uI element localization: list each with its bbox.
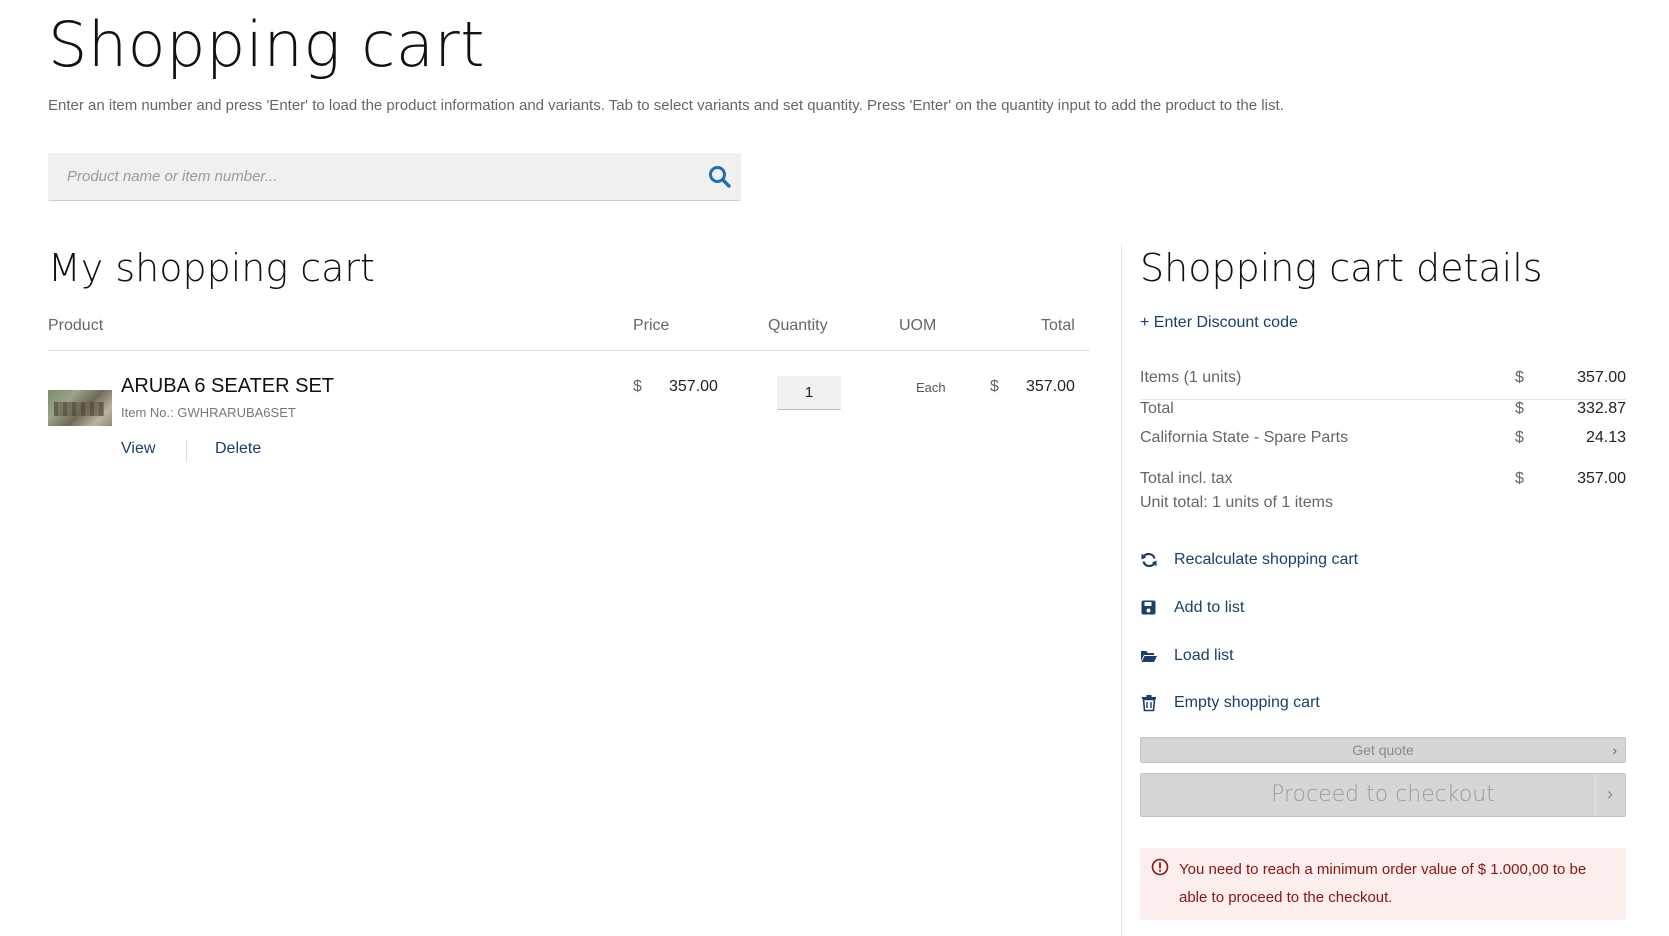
- table-header-divider: [48, 350, 1090, 351]
- product-name[interactable]: ARUBA 6 SEATER SET: [121, 375, 334, 398]
- get-quote-label: Get quote: [1352, 742, 1414, 758]
- empty-cart-button[interactable]: Empty shopping cart: [1140, 691, 1320, 715]
- total-currency: $: [990, 378, 999, 395]
- summary-total-value: 332.87: [1577, 400, 1626, 417]
- product-search: [48, 153, 741, 201]
- unit-total: Unit total: 1 units of 1 items: [1140, 494, 1333, 511]
- checkout-label: Proceed to checkout: [1271, 782, 1495, 807]
- col-uom: UOM: [899, 317, 937, 334]
- empty-cart-label: Empty shopping cart: [1174, 694, 1320, 711]
- recalculate-label: Recalculate shopping cart: [1174, 551, 1359, 568]
- summary-items-value: 357.00: [1577, 369, 1626, 386]
- search-icon[interactable]: [707, 164, 733, 190]
- total-value: 357.00: [1026, 378, 1075, 395]
- col-total: Total: [1041, 317, 1075, 334]
- summary-tax-label: California State - Spare Parts: [1140, 429, 1349, 446]
- uom-value: Each: [916, 380, 946, 395]
- chevron-right-icon: ›: [1595, 774, 1625, 816]
- delete-product-link[interactable]: Delete: [215, 440, 261, 458]
- summary-total-incl-tax-currency: $: [1515, 470, 1524, 487]
- product-item-number: Item No.: GWHRARUBA6SET: [121, 405, 296, 420]
- col-price: Price: [633, 317, 670, 334]
- proceed-to-checkout-button[interactable]: Proceed to checkout ›: [1140, 773, 1626, 817]
- refresh-icon: [1141, 552, 1157, 568]
- col-product: Product: [48, 317, 104, 334]
- summary-items-label: Items (1 units): [1140, 369, 1242, 386]
- add-to-list-label: Add to list: [1174, 599, 1245, 616]
- folder-open-icon: [1141, 651, 1157, 662]
- summary-items-currency: $: [1515, 369, 1524, 386]
- summary-total-incl-tax-value: 357.00: [1577, 470, 1626, 487]
- summary-tax-value: 24.13: [1585, 429, 1626, 446]
- product-thumbnail[interactable]: [48, 390, 112, 426]
- summary-total-currency: $: [1515, 400, 1524, 417]
- summary-total-incl-tax-label: Total incl. tax: [1140, 470, 1233, 487]
- recalculate-cart-button[interactable]: Recalculate shopping cart: [1140, 548, 1358, 572]
- column-divider: [1121, 244, 1122, 936]
- price-value: 357.00: [669, 378, 718, 395]
- alert-circle-icon: [1151, 858, 1169, 876]
- summary-tax-currency: $: [1515, 429, 1524, 446]
- enter-discount-link[interactable]: + Enter Discount code: [1140, 314, 1298, 332]
- alert-message: You need to reach a minimum order value …: [1179, 861, 1587, 906]
- my-cart-heading: My shopping cart: [48, 246, 375, 290]
- get-quote-button[interactable]: Get quote ›: [1140, 737, 1626, 763]
- col-quantity: Quantity: [768, 317, 828, 334]
- save-icon: [1141, 600, 1156, 615]
- price-currency: $: [633, 378, 642, 395]
- load-list-label: Load list: [1174, 647, 1234, 664]
- add-to-list-button[interactable]: Add to list: [1140, 596, 1244, 620]
- minimum-order-alert: You need to reach a minimum order value …: [1140, 848, 1626, 920]
- view-product-link[interactable]: View: [121, 440, 155, 458]
- action-separator: [186, 440, 187, 462]
- load-list-button[interactable]: Load list: [1140, 644, 1234, 668]
- chevron-right-icon: ›: [1612, 742, 1617, 758]
- cart-details-heading: Shopping cart details: [1140, 246, 1543, 290]
- summary-total-label: Total: [1140, 400, 1174, 417]
- page-title: Shopping cart: [48, 8, 486, 81]
- page-intro: Enter an item number and press 'Enter' t…: [48, 97, 1284, 114]
- quantity-input[interactable]: [777, 376, 841, 410]
- search-input[interactable]: [48, 153, 688, 199]
- trash-icon: [1142, 695, 1156, 712]
- summary-divider: [1140, 399, 1626, 400]
